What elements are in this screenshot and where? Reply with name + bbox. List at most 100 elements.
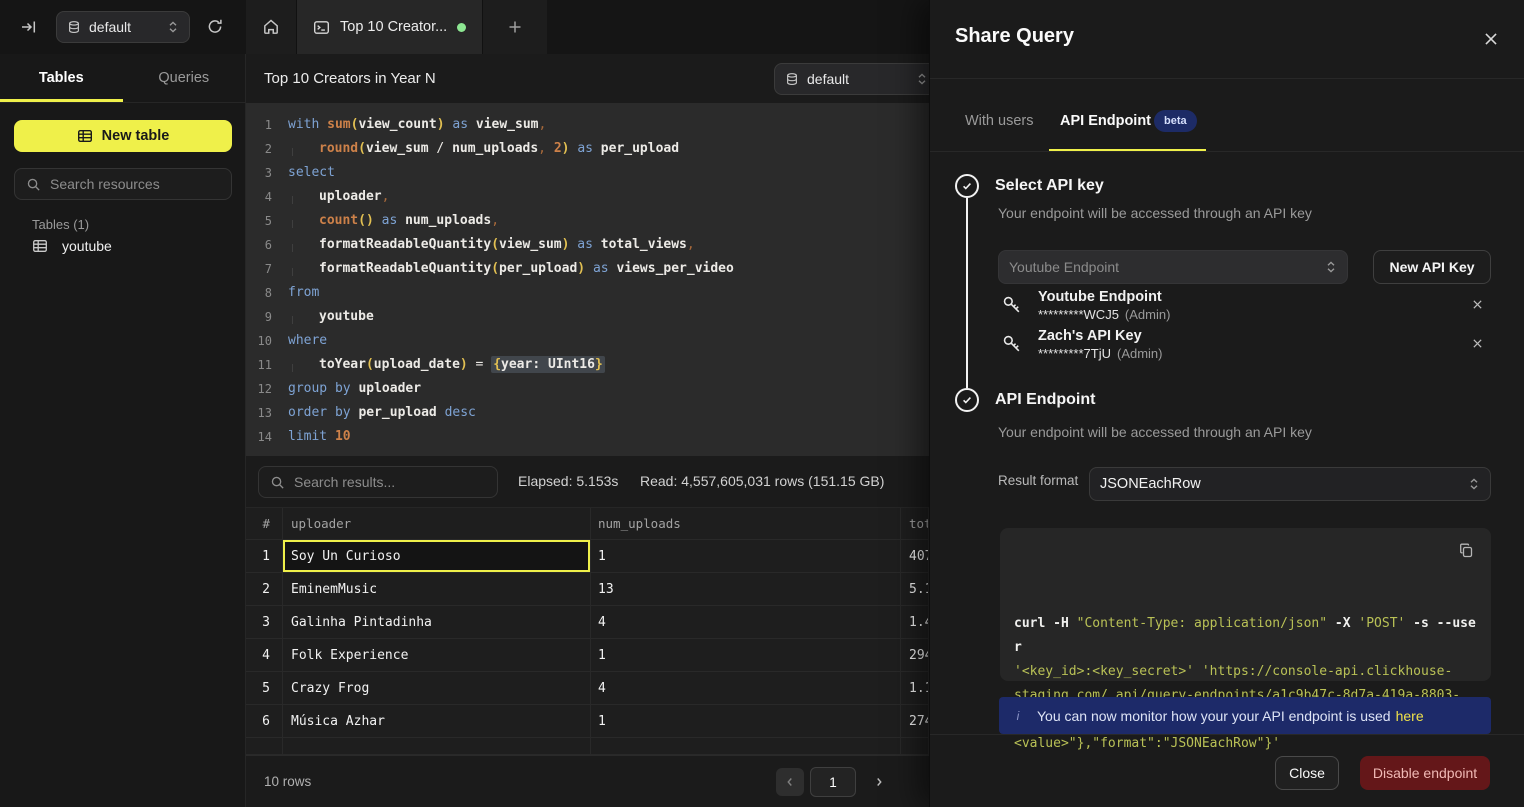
code-line: 10where (246, 329, 929, 353)
column-header-uploader[interactable]: uploader (283, 508, 591, 540)
disable-endpoint-button[interactable]: Disable endpoint (1360, 756, 1490, 790)
table-cell[interactable]: 4 (591, 606, 901, 639)
code-line: 2round(view_sum / num_uploads, 2) as per… (246, 137, 929, 161)
table-cell[interactable]: 1.1 (901, 672, 929, 705)
api-key-select[interactable]: Youtube Endpoint (998, 250, 1348, 284)
step2-check-icon (955, 388, 979, 412)
table-cell[interactable]: EminemMusic (283, 573, 591, 606)
sidebar-search[interactable] (14, 168, 232, 200)
code-line: 6formatReadableQuantity(view_sum) as tot… (246, 233, 929, 257)
table-cell[interactable] (591, 738, 901, 755)
table-cell[interactable]: Folk Experience (283, 639, 591, 672)
editor-database-select[interactable]: default (774, 63, 929, 95)
step2-title: API Endpoint (995, 391, 1095, 409)
table-cell[interactable]: 1.4 (901, 606, 929, 639)
results-search-input[interactable] (294, 474, 486, 490)
code-line: 12group by uploader (246, 377, 929, 401)
table-grid-icon (77, 128, 93, 144)
sql-editor[interactable]: 1with sum(view_count) as view_sum,2round… (246, 104, 929, 456)
close-icon[interactable] (1480, 28, 1502, 50)
table-cell[interactable]: 4 (591, 672, 901, 705)
table-cell[interactable]: 2 (246, 573, 283, 606)
table-cell[interactable]: Galinha Pintadinha (283, 606, 591, 639)
table-cell[interactable] (901, 738, 929, 755)
info-icon: i (999, 709, 1037, 723)
table-cell[interactable]: 1 (246, 540, 283, 573)
tab-top-10-creators[interactable]: Top 10 Creator... (296, 0, 483, 54)
new-api-key-button[interactable]: New API Key (1373, 250, 1491, 284)
table-cell[interactable]: 4 (246, 639, 283, 672)
tab-tables[interactable]: Tables (0, 54, 123, 102)
step1-subtitle: Your endpoint will be accessed through a… (998, 205, 1312, 221)
api-key-role: (Admin) (1117, 346, 1163, 361)
table-row: 4Folk Experience1294 (246, 639, 929, 672)
api-key-list: Youtube Endpoint*********WCJ5(Admin)Zach… (1001, 288, 1491, 366)
sidebar-search-input[interactable] (50, 176, 220, 192)
database-select[interactable]: default (56, 11, 190, 43)
chevron-updown-icon (1325, 260, 1337, 274)
tab-queries[interactable]: Queries (123, 54, 246, 102)
remove-key-icon[interactable] (1469, 296, 1485, 312)
table-cell[interactable]: 13 (591, 573, 901, 606)
column-header-index[interactable]: # (246, 508, 283, 540)
table-cell[interactable]: 1 (591, 639, 901, 672)
table-row: 5Crazy Frog41.1 (246, 672, 929, 705)
table-row: 2EminemMusic135.1 (246, 573, 929, 606)
table-cell[interactable]: 274 (901, 705, 929, 738)
curl-code-block[interactable]: curl -H "Content-Type: application/json"… (1000, 528, 1491, 681)
query-title: Top 10 Creators in Year N (264, 70, 436, 87)
table-cell[interactable]: 407 (901, 540, 929, 573)
banner-link[interactable]: here (1396, 708, 1424, 724)
code-line: 14limit 10 (246, 425, 929, 449)
line-number: 8 (246, 281, 272, 305)
table-cell[interactable]: Música Azhar (283, 705, 591, 738)
curl-line: curl -H "Content-Type: application/json"… (1014, 612, 1477, 660)
table-cell[interactable]: Soy Un Curioso (283, 540, 591, 573)
prev-page-button[interactable] (776, 768, 804, 796)
table-cell[interactable]: 294 (901, 639, 929, 672)
table-cell[interactable]: Crazy Frog (283, 672, 591, 705)
table-cell[interactable] (283, 738, 591, 755)
step-connector (966, 198, 968, 388)
tables-section-label: Tables (1) (32, 217, 89, 232)
page-number[interactable]: 1 (810, 767, 856, 797)
chevron-updown-icon (916, 72, 928, 86)
close-button[interactable]: Close (1275, 756, 1339, 790)
column-header-num-uploads[interactable]: num_uploads (591, 508, 901, 540)
table-cell[interactable]: 3 (246, 606, 283, 639)
line-number: 12 (246, 377, 272, 401)
api-key-item: Youtube Endpoint*********WCJ5(Admin) (1001, 288, 1491, 327)
refresh-icon[interactable] (206, 17, 224, 36)
row-count: 10 rows (264, 774, 311, 789)
database-icon (67, 20, 81, 35)
tab-api-endpoint[interactable]: API Endpoint (1060, 113, 1151, 129)
line-number: 7 (246, 257, 272, 281)
results-search[interactable] (258, 466, 498, 498)
sidebar-item-youtube[interactable]: youtube (32, 238, 112, 254)
home-button[interactable] (246, 0, 296, 54)
tab-label: Top 10 Creator... (340, 19, 447, 35)
results-footer: 10 rows 1 (246, 755, 929, 807)
table-cell[interactable]: 5 (246, 672, 283, 705)
column-header-total-views[interactable]: tot (901, 508, 929, 540)
new-table-button[interactable]: New table (14, 120, 232, 152)
next-page-button[interactable] (866, 768, 892, 796)
collapse-sidebar-icon[interactable] (20, 19, 37, 35)
result-format-select[interactable]: JSONEachRow (1089, 467, 1491, 501)
copy-icon[interactable] (1457, 541, 1475, 559)
sidebar: Tables Queries New table Tables (1) yout… (0, 54, 246, 807)
table-cell[interactable]: 6 (246, 705, 283, 738)
tab-with-users[interactable]: With users (965, 113, 1034, 129)
line-number: 4 (246, 185, 272, 209)
new-tab-button[interactable] (483, 0, 547, 54)
line-number: 3 (246, 161, 272, 185)
table-cell[interactable] (246, 738, 283, 755)
table-cell[interactable]: 1 (591, 540, 901, 573)
beta-badge: beta (1154, 110, 1197, 132)
results-table: # uploader num_uploads tot 1Soy Un Curio… (246, 508, 929, 755)
sidebar-tabs: Tables Queries (0, 54, 245, 103)
table-cell[interactable]: 1 (591, 705, 901, 738)
remove-key-icon[interactable] (1469, 335, 1485, 351)
api-key-role: (Admin) (1125, 307, 1171, 322)
table-cell[interactable]: 5.1 (901, 573, 929, 606)
